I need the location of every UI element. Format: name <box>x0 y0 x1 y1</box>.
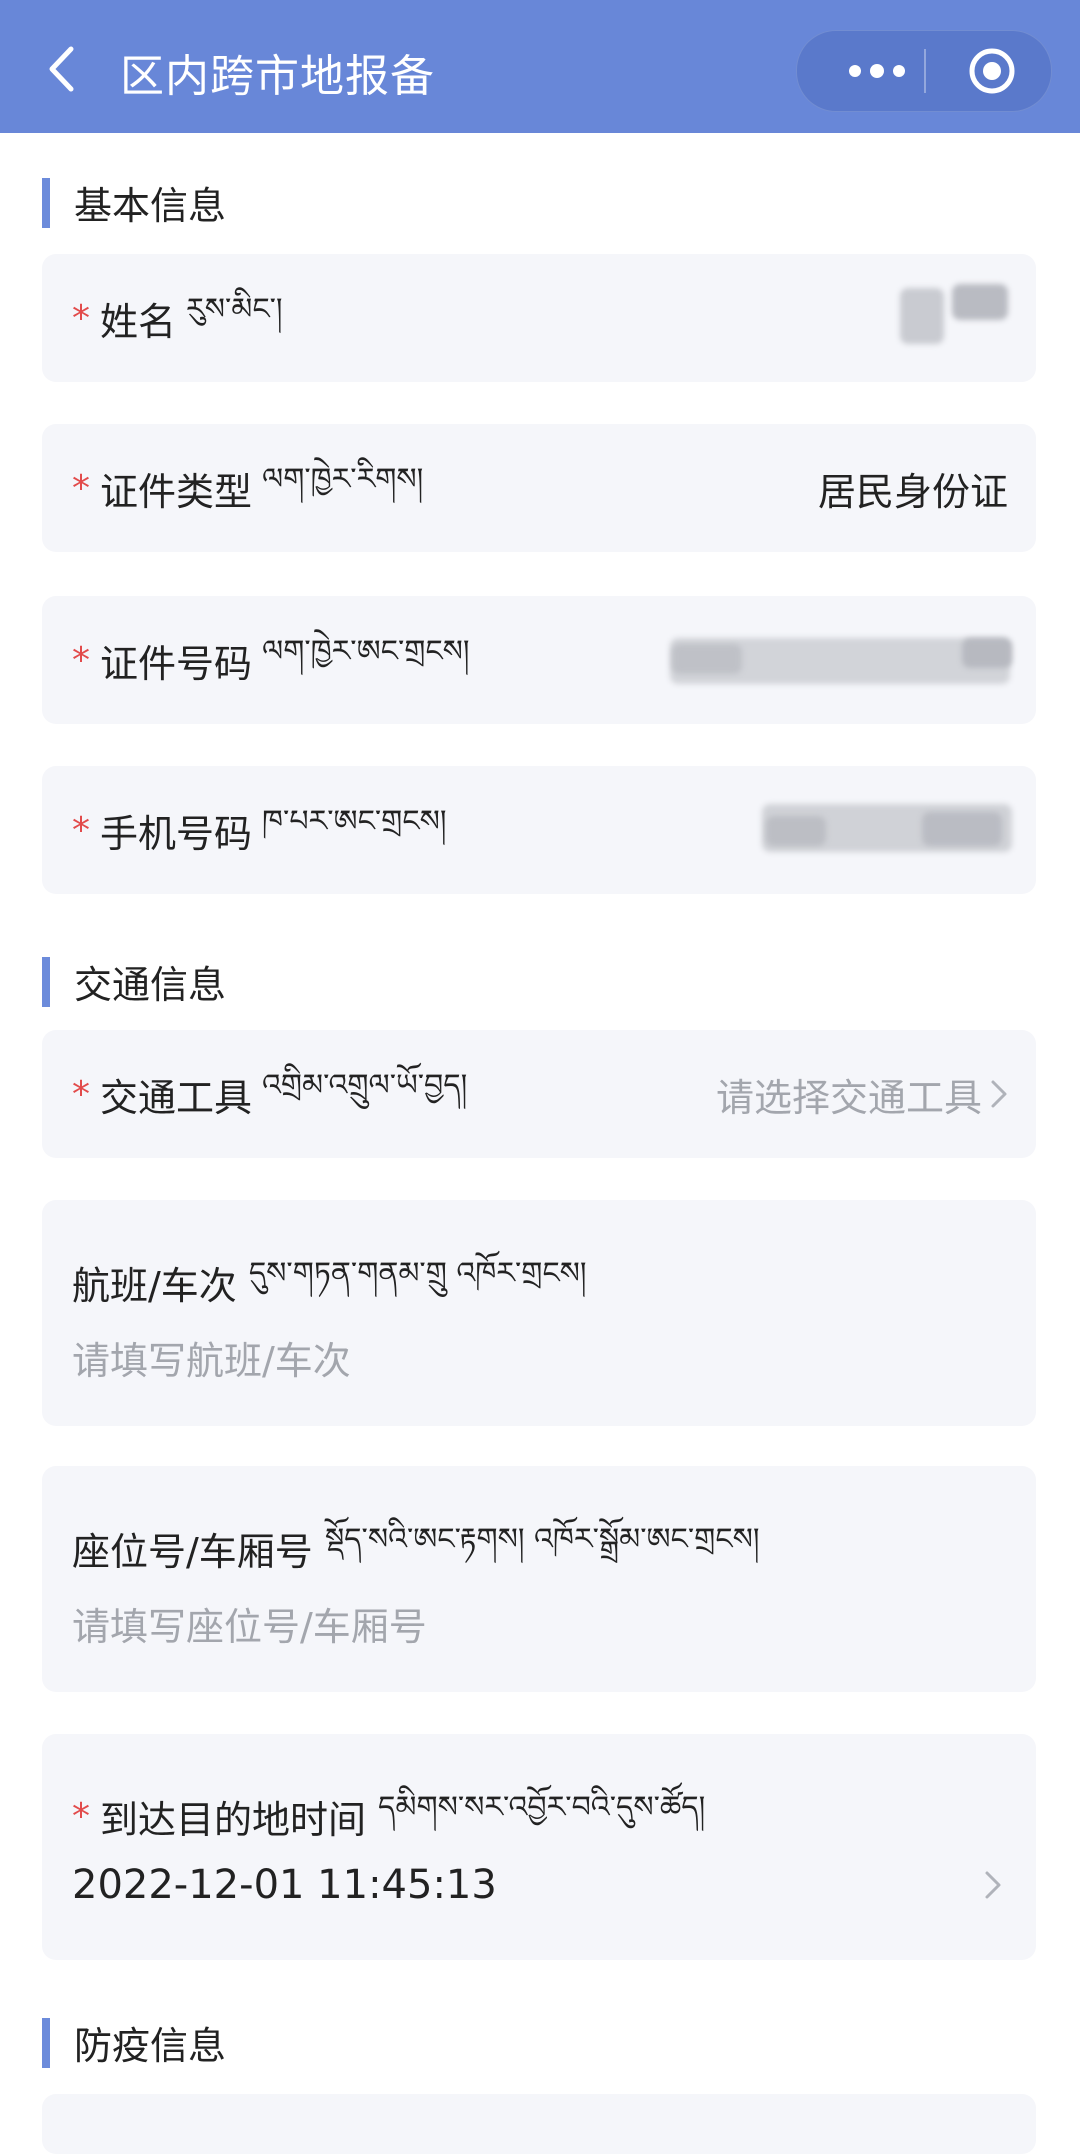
field-label: * 姓名 རུས་མིང་། <box>72 254 283 382</box>
required-mark: * <box>72 1073 90 1115</box>
phone-field[interactable]: * 手机号码 ཁ་པར་ཨང་གྲངས། <box>42 766 1036 894</box>
label-tibetan: རུས་མིང་། <box>186 292 283 327</box>
mini-program-capsule <box>796 30 1052 112</box>
section-title: 防疫信息 <box>74 2024 227 2068</box>
name-field[interactable]: * 姓名 རུས་མིང་། <box>42 254 1036 382</box>
section-accent-bar <box>42 2017 50 2068</box>
id-type-value: 居民身份证 <box>817 469 1008 514</box>
redacted-value <box>766 816 826 846</box>
field-label: * 交通工具 འགྲིམ་འགྲུལ་ཡོ་བྱད། <box>72 1030 467 1158</box>
required-mark: * <box>72 1795 90 1837</box>
chevron-right-icon <box>984 1870 1002 1904</box>
seat-field[interactable]: 座位号/车厢号 སྡོད་སའི་ཨང་རྟགས། འཁོར་སྒྲོམ་ཨང་… <box>42 1466 1036 1692</box>
seat-input[interactable]: 请填写座位号/车厢号 <box>72 1596 427 1651</box>
label-tibetan: སྡོད་སའི་ཨང་རྟགས། འཁོར་སྒྲོམ་ཨང་གྲངས། <box>324 1522 760 1557</box>
arrival-time-value[interactable]: 2022-12-01 11:45:13 <box>72 1862 497 1908</box>
label-tibetan: ལག་ཁྱེར་ཨང་གྲངས། <box>262 634 470 669</box>
redacted-value <box>962 638 1012 668</box>
redacted-value <box>672 644 742 674</box>
arrival-time-field[interactable]: * 到达目的地时间 དམིགས་སར་འབྱོར་བའི་དུས་ཚོད། 20… <box>42 1734 1036 1960</box>
page-title: 区内跨市地报备 <box>120 51 435 102</box>
section-title: 交通信息 <box>74 963 227 1007</box>
section-accent-bar <box>42 177 50 228</box>
section-transport-info: 交通信息 <box>42 954 226 1009</box>
chevron-right-icon <box>990 1079 1008 1109</box>
label-zh: 证件类型 <box>100 469 253 514</box>
more-dots-icon[interactable] <box>832 31 922 111</box>
label-tibetan: དུས་གཏན་གནམ་གྲུ འཁོར་གྲངས། <box>248 1256 587 1291</box>
vehicle-placeholder: 请选择交通工具 <box>715 1075 982 1120</box>
label-zh: 到达目的地时间 <box>100 1797 367 1842</box>
epidemic-card <box>42 2094 1036 2154</box>
flight-field[interactable]: 航班/车次 དུས་གཏན་གནམ་གྲུ འཁོར་གྲངས། 请填写航班/车… <box>42 1200 1036 1426</box>
required-mark: * <box>72 297 90 339</box>
label-zh: 交通工具 <box>100 1075 253 1120</box>
field-label: 座位号/车厢号 སྡོད་སའི་ཨང་རྟགས། འཁོར་སྒྲོམ་ཨང་… <box>72 1506 760 1590</box>
field-label: * 证件号码 ལག་ཁྱེར་ཨང་གྲངས། <box>72 596 470 724</box>
redacted-value <box>900 288 944 344</box>
label-zh: 手机号码 <box>100 811 253 856</box>
field-label: * 手机号码 ཁ་པར་ཨང་གྲངས། <box>72 766 447 894</box>
flight-input[interactable]: 请填写航班/车次 <box>72 1330 351 1385</box>
label-zh: 证件号码 <box>100 641 253 686</box>
label-zh: 座位号/车厢号 <box>72 1529 313 1574</box>
label-tibetan: འགྲིམ་འགྲུལ་ཡོ་བྱད། <box>262 1068 468 1103</box>
field-label: * 到达目的地时间 དམིགས་སར་འབྱོར་བའི་དུས་ཚོད། <box>72 1774 705 1858</box>
label-zh: 航班/车次 <box>72 1263 237 1308</box>
nav-bar: 区内跨市地报备 <box>0 0 1080 133</box>
section-basic-info: 基本信息 <box>42 175 226 230</box>
redacted-value <box>952 284 1008 320</box>
chevron-left-icon[interactable] <box>42 44 82 94</box>
target-circle-icon[interactable] <box>957 31 1027 111</box>
section-title: 基本信息 <box>74 184 227 228</box>
label-tibetan: དམིགས་སར་འབྱོར་བའི་དུས་ཚོད། <box>378 1790 706 1825</box>
field-label: * 证件类型 ལག་ཁྱེར་རིགས། <box>72 424 423 552</box>
required-mark: * <box>72 639 90 681</box>
label-zh: 姓名 <box>100 299 177 344</box>
required-mark: * <box>72 467 90 509</box>
section-epidemic-info: 防疫信息 <box>42 2015 226 2070</box>
required-mark: * <box>72 809 90 851</box>
redacted-value <box>922 812 1002 846</box>
section-accent-bar <box>42 956 50 1007</box>
label-tibetan: ཁ་པར་ཨང་གྲངས། <box>262 804 447 839</box>
vehicle-select-value[interactable]: 请选择交通工具 <box>716 1030 1008 1158</box>
label-tibetan: ལག་ཁྱེར་རིགས། <box>262 462 424 497</box>
capsule-divider <box>924 49 926 93</box>
vehicle-select[interactable]: * 交通工具 འགྲིམ་འགྲུལ་ཡོ་བྱད། 请选择交通工具 <box>42 1030 1036 1158</box>
id-type-field[interactable]: * 证件类型 ལག་ཁྱེར་རིགས། 居民身份证 <box>42 424 1036 552</box>
field-label: 航班/车次 དུས་གཏན་གནམ་གྲུ འཁོར་གྲངས། <box>72 1240 587 1324</box>
id-number-field[interactable]: * 证件号码 ལག་ཁྱེར་ཨང་གྲངས། <box>42 596 1036 724</box>
